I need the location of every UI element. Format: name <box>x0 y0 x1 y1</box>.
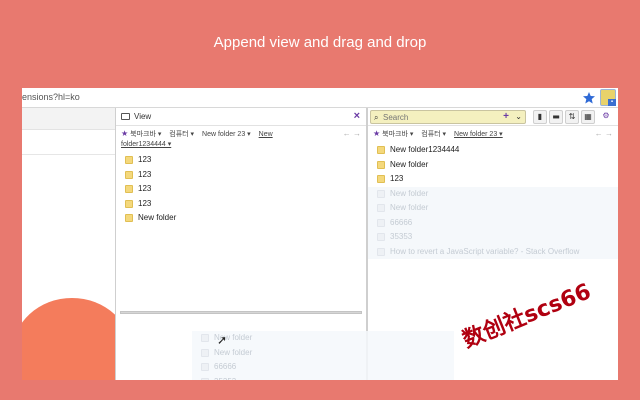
list-item-label: New folder <box>390 188 429 198</box>
browser-window: ensions?hl=ko ▪ View × ★ 북마크바 ▾ 컴퓨터 ▾ Ne… <box>22 88 618 380</box>
list-item[interactable]: 123 <box>116 168 366 183</box>
folder-icon <box>201 363 209 371</box>
calendar-icon[interactable]: ▦ <box>581 110 595 124</box>
list-item-label: 66666 <box>390 217 413 227</box>
drag-ghost-item: 66666 <box>192 360 454 375</box>
list-item-label: 35353 <box>214 377 236 381</box>
resize-handle[interactable] <box>120 311 362 314</box>
drop-preview-item: New folder <box>368 186 618 201</box>
breadcrumb-star-icon[interactable]: ★ <box>373 129 380 138</box>
extension-icon[interactable]: ▪ <box>600 89 616 106</box>
list-item[interactable]: New folder <box>368 158 618 173</box>
breadcrumb-item[interactable]: New folder 23 ▾ <box>202 131 251 138</box>
folder-icon <box>377 160 385 169</box>
folder-icon <box>377 146 385 154</box>
folder-icon <box>125 156 133 164</box>
drop-preview-item: New folder <box>368 201 618 216</box>
list-item-label: 123 <box>138 184 152 193</box>
address-bar[interactable]: ensions?hl=ko ▪ <box>22 88 618 108</box>
list-item[interactable]: 123 <box>116 153 366 168</box>
folder-icon <box>377 175 385 183</box>
list-item[interactable]: New folder1234444 <box>368 143 618 158</box>
list-item-label: New folder <box>138 213 177 222</box>
nav-arrows-icon[interactable]: ← → <box>595 129 613 139</box>
folder-icon <box>201 377 209 380</box>
drop-preview-item: 66666 <box>368 215 618 230</box>
list-item-label: 123 <box>138 198 152 208</box>
breadcrumb-item[interactable]: New folder 23 ▾ <box>454 131 503 138</box>
list-item-label: 123 <box>138 169 152 179</box>
chevron-down-icon[interactable]: ⌄ <box>515 112 522 121</box>
bookmark-list: New folder1234444 New folder 123 New fol… <box>368 143 618 259</box>
view-icon <box>121 113 130 120</box>
extension-badge-icon: ▪ <box>608 99 616 106</box>
list-item-label: New folder <box>214 347 253 357</box>
folder-icon <box>201 334 209 342</box>
list-item-label: How to revert a JavaScript variable? - S… <box>390 246 580 256</box>
folder-icon <box>377 189 385 198</box>
drop-preview-item: 35353 <box>368 230 618 245</box>
breadcrumb-item[interactable]: 북마크바 ▾ <box>382 131 413 138</box>
folder-icon <box>125 214 133 222</box>
view-panel-header: View × <box>116 108 366 126</box>
bookmark-star-icon[interactable] <box>582 91 596 105</box>
list-item-label: 123 <box>390 174 404 183</box>
list-item-label: 66666 <box>214 362 237 371</box>
list-item-label: 35353 <box>390 232 413 241</box>
breadcrumb-item[interactable]: 컴퓨터 ▾ <box>421 131 446 138</box>
add-icon[interactable]: + <box>503 111 509 122</box>
list-item[interactable]: New folder <box>116 211 366 226</box>
list-item[interactable]: 123 <box>368 172 618 187</box>
breadcrumb-item[interactable]: 북마크바 ▾ <box>130 131 161 138</box>
list-item-label: New folder <box>390 159 429 169</box>
folder-icon <box>125 199 133 208</box>
new-bookmark-icon[interactable]: ▮ <box>533 110 547 124</box>
sort-icon[interactable]: ⇅ <box>565 110 579 124</box>
list-item[interactable]: 123 <box>116 182 366 197</box>
search-box[interactable]: ⌕ + ⌄ <box>370 110 526 124</box>
gear-icon[interactable]: ⚙ <box>599 110 613 124</box>
page-divider <box>22 154 115 155</box>
drag-ghost-item: New folder <box>192 331 454 346</box>
folder-icon <box>377 218 385 227</box>
new-folder-icon[interactable]: ▬ <box>549 110 563 124</box>
breadcrumb: ★ 북마크바 ▾ 컴퓨터 ▾ New folder 23 ▾ ← → <box>368 126 618 143</box>
view-panel-title: View <box>134 112 152 121</box>
list-item-label: New folder <box>390 203 429 212</box>
list-item[interactable]: 123 <box>116 197 366 212</box>
search-input[interactable] <box>383 111 493 123</box>
folder-icon <box>201 348 209 357</box>
bookmark-panel-header: ⌕ + ⌄ ▮ ▬ ⇅ ▦ ⚙ <box>368 108 618 126</box>
search-icon: ⌕ <box>374 113 379 122</box>
address-text[interactable]: ensions?hl=ko <box>22 92 80 102</box>
breadcrumb-item[interactable]: 컴퓨터 ▾ <box>169 131 194 138</box>
headline: Append view and drag and drop <box>213 34 427 51</box>
folder-icon <box>377 233 385 241</box>
close-icon[interactable]: × <box>354 110 360 122</box>
breadcrumb-item[interactable]: New <box>259 131 273 138</box>
breadcrumb: ★ 북마크바 ▾ 컴퓨터 ▾ New folder 23 ▾ New folde… <box>116 126 366 153</box>
breadcrumb-star-icon[interactable]: ★ <box>121 129 128 138</box>
folder-icon <box>125 170 133 179</box>
drop-preview-item: How to revert a JavaScript variable? - S… <box>368 244 618 259</box>
nav-arrows-icon[interactable]: ← → <box>343 129 361 139</box>
folder-icon <box>125 185 133 193</box>
bookmark-list: 123 123 123 123 New folder <box>116 153 366 226</box>
drag-ghost-item: New folder <box>192 346 454 361</box>
folder-icon <box>377 204 385 212</box>
page-icon <box>377 247 385 256</box>
list-item-label: 123 <box>138 155 152 164</box>
pointer-cursor-icon: ➚ <box>217 333 228 347</box>
drag-ghost: New folder New folder 66666 35353 <box>192 331 454 380</box>
breadcrumb-item[interactable]: folder1234444 ▾ <box>121 141 171 148</box>
page-toolbar-strip <box>22 108 115 130</box>
drag-ghost-item: 35353 <box>192 375 454 381</box>
list-item-label: New folder1234444 <box>390 145 460 154</box>
